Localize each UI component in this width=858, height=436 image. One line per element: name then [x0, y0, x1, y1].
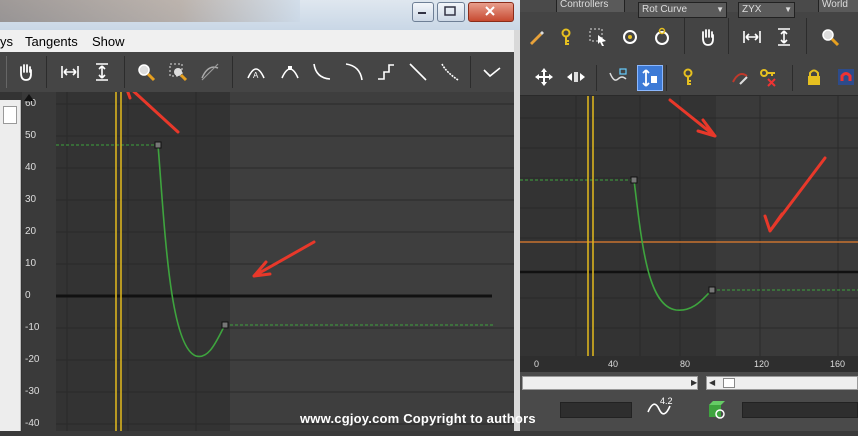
- fit-horizontal-icon[interactable]: [740, 25, 764, 49]
- right-horizontal-scrollbar-2[interactable]: ◀: [706, 376, 858, 390]
- ruler-label: 160: [830, 359, 846, 369]
- draw-curves-icon[interactable]: [728, 65, 752, 89]
- y-axis-label: 40: [25, 162, 37, 173]
- fit-vertical-icon[interactable]: [772, 25, 796, 49]
- magnet-icon[interactable]: [834, 65, 858, 89]
- ruler-label: 40: [608, 359, 619, 369]
- y-axis-label: -40: [25, 418, 40, 429]
- y-axis-label: 10: [25, 258, 37, 269]
- lock-icon[interactable]: [802, 65, 826, 89]
- left-title-bar: [0, 0, 520, 30]
- menu-show[interactable]: Show: [92, 34, 125, 49]
- pencil-icon[interactable]: [524, 25, 548, 49]
- y-axis-label: 20: [25, 226, 37, 237]
- scale-values-icon[interactable]: [637, 65, 663, 91]
- right-toolbar-row2: [520, 61, 858, 96]
- rot-curve-combo[interactable]: Rot Curve ▼: [638, 2, 727, 18]
- orbit-key-icon[interactable]: [650, 25, 674, 49]
- zoom-icon[interactable]: [134, 60, 158, 84]
- y-axis-label: -30: [25, 386, 40, 397]
- select-cursor-icon[interactable]: [586, 25, 610, 49]
- pan-hand-icon[interactable]: [696, 25, 720, 49]
- ruler-label: 120: [754, 359, 770, 369]
- slide-keys-icon[interactable]: [564, 65, 588, 89]
- curve-spinner[interactable]: 4.2: [646, 396, 674, 420]
- svg-text:A: A: [253, 71, 259, 80]
- y-axis-label: 50: [25, 130, 37, 141]
- right-time-ruler: 0 40 80 120 160: [520, 356, 858, 372]
- tangent-auto-icon[interactable]: A: [244, 60, 268, 84]
- y-axis-label: 30: [25, 194, 37, 205]
- zoom-icon[interactable]: [818, 25, 842, 49]
- right-bottom-bar: ▶ ◀ 4.2: [520, 372, 858, 431]
- y-axis-ruler: 60 50 40 30 20 10 0 -10 -20 -30 -40: [22, 92, 56, 431]
- maximize-button[interactable]: [437, 2, 465, 22]
- tangent-linear-icon[interactable]: [406, 60, 430, 84]
- curve-check-icon[interactable]: [480, 60, 504, 84]
- spinner-value: 4.2: [660, 396, 673, 406]
- ruler-marker-icon: [24, 94, 34, 101]
- tangent-custom-icon[interactable]: [278, 60, 302, 84]
- fit-horizontal-icon[interactable]: [58, 60, 82, 84]
- move-keys-icon[interactable]: [532, 65, 556, 89]
- fit-vertical-icon[interactable]: [90, 60, 114, 84]
- ruler-label: 80: [680, 359, 691, 369]
- isolate-curve-icon[interactable]: [198, 60, 222, 84]
- menu-keys[interactable]: ys: [0, 34, 13, 49]
- menu-tangents[interactable]: Tangents: [25, 34, 78, 49]
- ruler-label: 0: [534, 359, 540, 369]
- right-toolbar-row1: Rot Curve ▼ ZYX ▼: [520, 2, 858, 62]
- scale-keys-icon[interactable]: [606, 65, 630, 89]
- right-graph-svg: [520, 96, 858, 372]
- tangent-slow-icon[interactable]: [342, 60, 366, 84]
- tangent-step-icon[interactable]: [374, 60, 398, 84]
- watermark: www.cgjoy.com Copyright to authors: [300, 411, 536, 426]
- left-window-right-frame: [514, 30, 520, 431]
- right-curve-editor: Controllers World Rot Curve ▼ ZYX ▼ 0 40…: [520, 0, 858, 431]
- left-curve-graph[interactable]: 60 50 40 30 20 10 0 -10 -20 -30 -40: [0, 82, 514, 431]
- key-stats-icon[interactable]: [678, 65, 702, 89]
- left-graph-svg: [0, 82, 514, 431]
- left-menu-bar: ys Tangents Show: [0, 30, 514, 53]
- zoom-region-icon[interactable]: [166, 60, 190, 84]
- status-field[interactable]: [742, 402, 858, 418]
- delete-keys-icon[interactable]: [756, 65, 780, 89]
- key-icon[interactable]: [556, 25, 580, 49]
- y-axis-label: -10: [25, 322, 40, 333]
- tangent-smooth-icon[interactable]: [438, 60, 462, 84]
- y-axis-label: 0: [25, 290, 31, 301]
- right-curve-graph[interactable]: 0 40 80 120 160: [520, 96, 858, 372]
- left-curve-editor: ys Tangents Show A 60 50 40 30 20 10 0 -…: [0, 0, 520, 431]
- left-toolbar: A: [0, 52, 514, 93]
- right-curve: [633, 179, 713, 311]
- y-axis-label: -20: [25, 354, 40, 365]
- cube-icon[interactable]: [706, 400, 728, 420]
- axis-order-combo[interactable]: ZYX ▼: [738, 2, 795, 18]
- tangent-fast-icon[interactable]: [310, 60, 334, 84]
- left-vertical-scrollbar[interactable]: [0, 100, 21, 431]
- pan-hand-icon[interactable]: [14, 60, 38, 84]
- close-button[interactable]: [468, 2, 514, 22]
- orbit-icon[interactable]: [618, 25, 642, 49]
- right-horizontal-scrollbar[interactable]: ▶: [522, 376, 698, 390]
- minimize-button[interactable]: [412, 2, 434, 22]
- value-field[interactable]: [560, 402, 632, 418]
